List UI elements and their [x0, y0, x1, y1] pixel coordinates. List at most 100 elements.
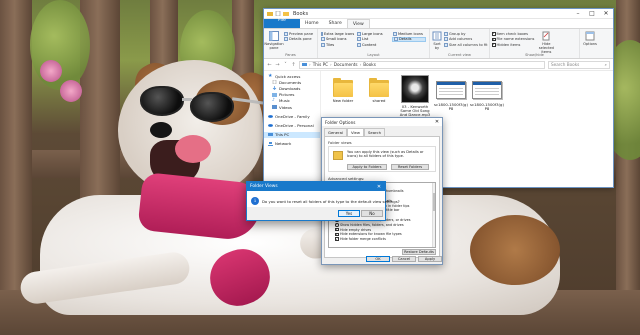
tab-view[interactable]: View — [346, 19, 370, 28]
details-pane-button[interactable]: Details pane — [284, 37, 313, 43]
flower — [40, 60, 62, 82]
minimize-button[interactable]: – — [571, 9, 585, 19]
maximize-button[interactable]: □ — [585, 9, 599, 19]
options-button[interactable]: Options — [582, 31, 598, 46]
address-bar[interactable]: › This PC › Documents › Books — [299, 60, 545, 69]
window-title: Books — [293, 10, 309, 17]
size-columns-icon — [444, 42, 448, 47]
tab-home[interactable]: Home — [300, 19, 324, 28]
panes-group-label: Panes — [285, 53, 296, 57]
scrollbar-thumb[interactable] — [433, 193, 435, 211]
options-label: Options — [583, 42, 597, 46]
back-arrow-icon[interactable]: ← — [267, 62, 272, 68]
sort-by-button[interactable]: Sort by — [432, 31, 442, 50]
size-all-columns-label: Size all columns to fit — [449, 42, 488, 47]
explorer-titlebar: Books – □ ✕ — [264, 9, 613, 19]
add-columns-label: Add columns — [449, 37, 473, 42]
tab-search[interactable]: Search — [363, 128, 386, 136]
close-icon[interactable]: ✕ — [432, 119, 442, 125]
close-icon[interactable]: ✕ — [373, 184, 385, 190]
document-thumbnail — [436, 81, 466, 99]
layout-item-label: Details — [399, 37, 412, 42]
folder-views-dialog: Folder Views ✕ i Do you want to reset al… — [246, 181, 400, 221]
nav-item-network[interactable]: Network — [264, 141, 320, 147]
restore-defaults-button[interactable]: Restore Defaults — [402, 249, 436, 255]
navigation-pane-label: Navigation pane — [264, 42, 284, 50]
breadcrumb-this-pc[interactable]: This PC — [313, 62, 328, 67]
breadcrumb-separator-icon: › — [359, 62, 362, 67]
tab-share[interactable]: Share — [324, 19, 347, 28]
address-row: ← → ˅ ↑ › This PC › Documents › Books Se… — [264, 59, 613, 71]
layout-content[interactable]: Content — [356, 42, 390, 48]
breadcrumb-books[interactable]: Books — [363, 62, 376, 67]
apply-button[interactable]: Apply — [418, 256, 442, 262]
checkbox-icon[interactable]: ✓ — [335, 233, 339, 237]
download-icon — [272, 86, 277, 91]
search-input[interactable]: Search Books ⌕ — [548, 60, 610, 69]
dog-tongue — [175, 135, 211, 163]
apply-to-folders-button[interactable]: Apply to Folders — [347, 164, 387, 170]
network-icon — [268, 141, 273, 146]
breadcrumb-documents[interactable]: Documents — [334, 62, 358, 67]
cancel-button[interactable]: Cancel — [392, 256, 416, 262]
advanced-setting-row[interactable]: ✓ Hide folder merge conflicts — [331, 237, 433, 242]
advanced-list-scrollbar[interactable] — [431, 183, 435, 247]
dog-harness — [137, 171, 263, 243]
layout-item-label: Extra large icons — [324, 31, 355, 36]
dog-nose — [150, 122, 172, 138]
folder-options-tabs: General View Search — [322, 126, 442, 136]
layout-item-label: Tiles — [326, 42, 335, 47]
file-item-pdf[interactable]: sc1800-1500f3(g) P8 — [469, 75, 505, 188]
close-button[interactable]: ✕ — [599, 9, 613, 19]
file-name: shared — [372, 98, 386, 103]
sort-icon — [432, 31, 442, 41]
list-icon — [357, 37, 361, 42]
tab-general[interactable]: General — [324, 128, 347, 136]
nav-item-label: This PC — [275, 132, 290, 138]
options-icon — [585, 31, 595, 41]
hide-selected-items-button[interactable]: Hide selected items — [537, 31, 555, 54]
folder-icon — [333, 75, 353, 97]
tab-view[interactable]: View — [346, 128, 364, 136]
size-all-columns-button[interactable]: Size all columns to fit — [444, 42, 488, 48]
folder-icon — [369, 75, 389, 97]
checkbox-icon[interactable]: ✓ — [335, 228, 339, 232]
layout-details[interactable]: Details — [392, 36, 426, 43]
file-name: 03 - Kenworth Some Old Song And Dance.mp… — [399, 104, 431, 118]
show-hide-group-label: Show/hide — [525, 53, 544, 57]
forward-arrow-icon[interactable]: → — [275, 62, 280, 68]
tab-file[interactable]: File — [264, 18, 300, 28]
navigation-pane-button[interactable]: Navigation pane — [264, 31, 284, 50]
checkbox-icon[interactable]: ✓ — [335, 237, 339, 241]
new-folder-icon[interactable] — [283, 11, 289, 16]
reset-folders-button[interactable]: Reset Folders — [391, 164, 429, 170]
music-icon: ♪ — [272, 97, 275, 103]
radio-icon[interactable]: • — [335, 223, 339, 227]
folder-views-title: Folder Views — [250, 184, 278, 189]
file-name: New folder — [332, 98, 354, 103]
properties-icon[interactable] — [275, 11, 281, 16]
yes-button[interactable]: Yes — [338, 210, 360, 217]
ribbon-group-panes: Navigation pane Preview pane Details pan… — [264, 29, 318, 58]
ribbon-tabs: File Home Share View — [264, 18, 613, 28]
details-icon — [394, 37, 398, 42]
layout-item-label: List — [362, 37, 369, 42]
folder-views-group: You can apply this view (such as Details… — [328, 146, 436, 172]
ribbon-group-current-view: Sort by Group by Add columns Size all co… — [430, 29, 490, 58]
info-icon: i — [251, 197, 259, 205]
hidden-items-toggle[interactable]: ✓ Hidden items — [492, 42, 534, 48]
folder-views-footer: Yes No — [247, 207, 385, 220]
preview-pane-button[interactable]: Preview pane — [284, 31, 313, 37]
file-name-extensions-toggle[interactable]: ✓ File name extensions — [492, 37, 534, 43]
chevron-down-icon[interactable]: ˅ — [283, 62, 288, 68]
up-arrow-icon[interactable]: ↑ — [291, 62, 296, 68]
ribbon-group-show-hide: ✓ Item check boxes ✓ File name extensions … — [490, 29, 580, 58]
sunglasses-lens — [190, 92, 234, 122]
layout-tiles[interactable]: Tiles — [320, 42, 354, 48]
item-check-boxes-label: Item check boxes — [496, 31, 528, 36]
ok-button[interactable]: OK — [366, 256, 390, 262]
checkbox-icon: ✓ — [492, 36, 496, 42]
layout-item-label: Content — [362, 42, 377, 47]
no-button[interactable]: No — [361, 210, 383, 217]
hidden-items-label: Hidden items — [496, 42, 521, 47]
